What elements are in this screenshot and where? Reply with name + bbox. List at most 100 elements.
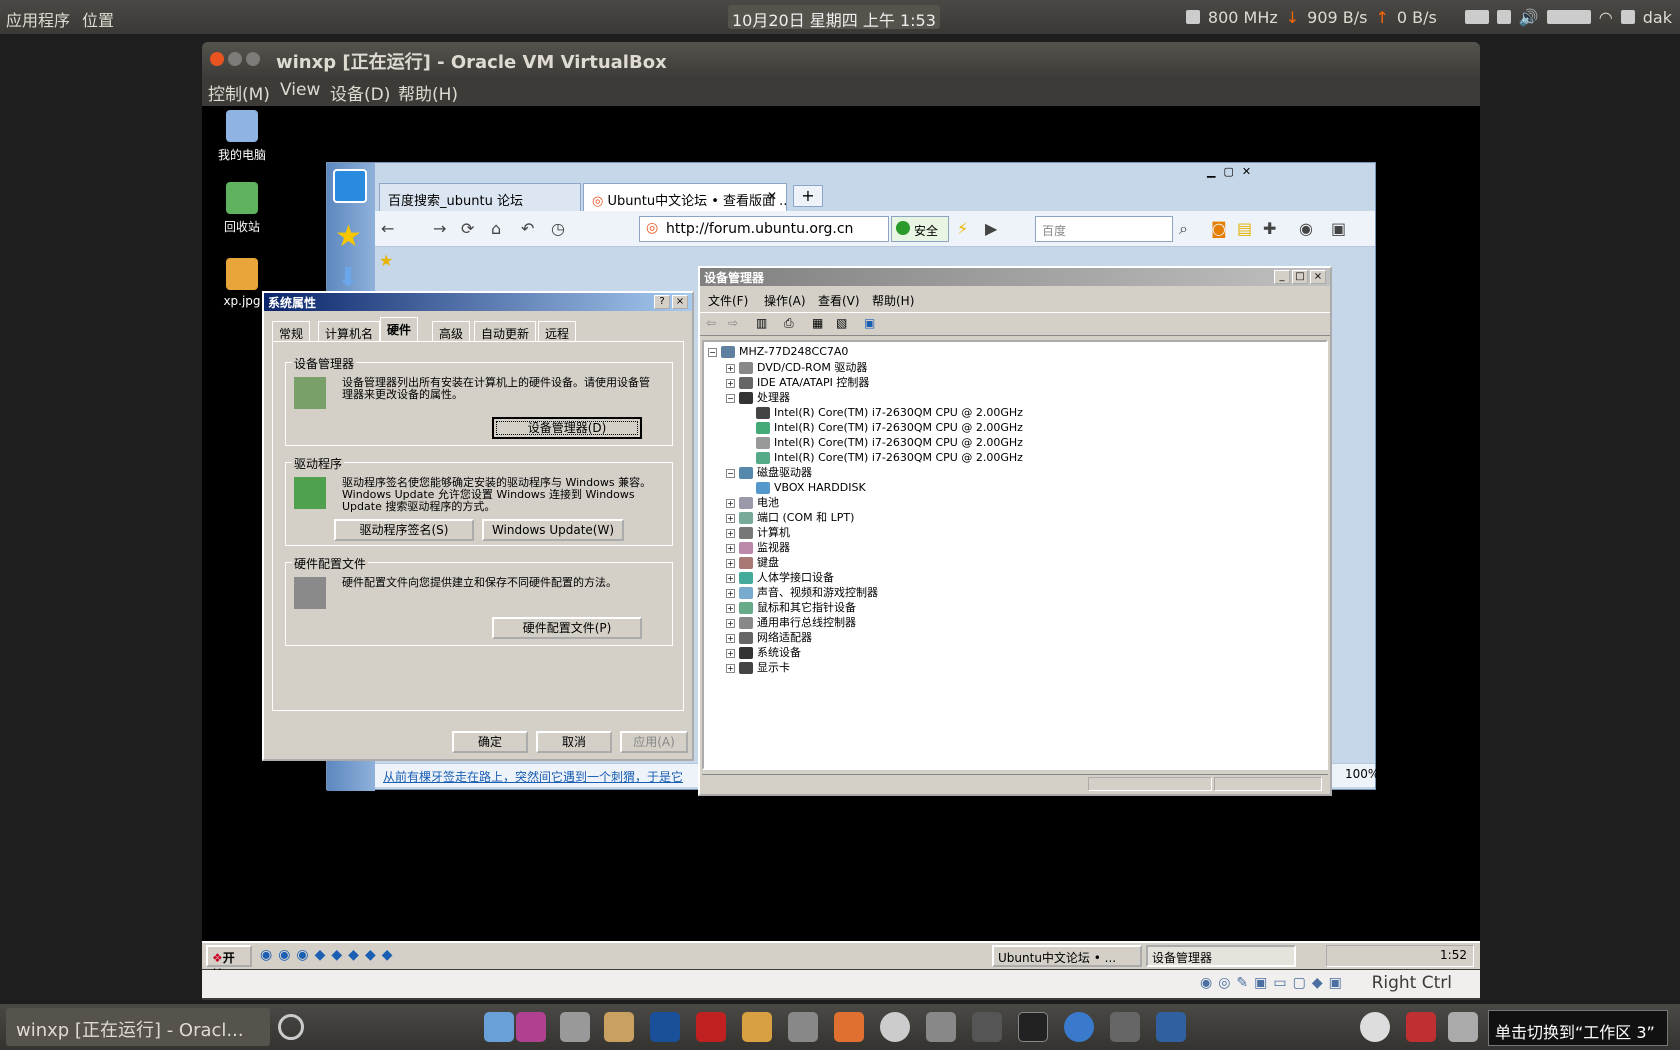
- wifi-icon[interactable]: ◠: [1599, 8, 1613, 27]
- tree-icon[interactable]: ▥: [756, 316, 767, 330]
- tab-general[interactable]: 常规: [272, 321, 311, 341]
- dock-gimp-icon[interactable]: [1110, 1012, 1140, 1042]
- print-icon[interactable]: ⎙: [784, 316, 794, 331]
- menu-help[interactable]: 帮助(H): [872, 292, 914, 309]
- dock-search-icon[interactable]: [972, 1012, 1002, 1042]
- tab-remote[interactable]: 远程: [538, 321, 577, 341]
- expand-icon[interactable]: +: [726, 543, 735, 553]
- menu-view[interactable]: 查看(V): [818, 292, 860, 309]
- start-button[interactable]: ❖开始: [206, 945, 252, 982]
- refresh-icon[interactable]: ⟳: [461, 219, 474, 238]
- maximize-icon[interactable]: [246, 52, 260, 66]
- xp-clock[interactable]: 1:52: [1440, 948, 1467, 962]
- play-icon[interactable]: ▶: [985, 219, 997, 238]
- tab-advanced[interactable]: 高级: [432, 321, 471, 341]
- note-icon[interactable]: ▤: [1237, 219, 1252, 238]
- tab-baidu[interactable]: 百度搜索_ubuntu 论坛: [379, 183, 581, 211]
- url-input[interactable]: ◎ http://forum.ubuntu.org.cn: [639, 216, 889, 242]
- trash-icon[interactable]: [1448, 1012, 1478, 1042]
- forward-icon[interactable]: →: [433, 219, 446, 238]
- tools-icon[interactable]: ▣: [1331, 219, 1346, 238]
- dock-virtualbox-icon[interactable]: [1156, 1012, 1186, 1042]
- back-icon[interactable]: ←: [381, 219, 394, 238]
- download-icon[interactable]: ⬇: [337, 263, 359, 293]
- new-tab-button[interactable]: +: [793, 185, 823, 207]
- menu-devices[interactable]: 设备(D): [330, 80, 390, 105]
- menu-file[interactable]: 文件(F): [708, 292, 748, 309]
- dock-monitor-icon[interactable]: [650, 1012, 680, 1042]
- power-icon[interactable]: [1406, 1012, 1436, 1042]
- minimize-icon[interactable]: [228, 52, 242, 66]
- tree-category[interactable]: + 通用串行总线控制器: [726, 615, 856, 631]
- close-icon[interactable]: ×: [1310, 270, 1326, 284]
- user-switch-icon[interactable]: [1360, 1012, 1390, 1042]
- tab-ubuntu-forum[interactable]: ◎ Ubuntu中文论坛 • 查看版面 ...: [583, 183, 787, 211]
- tab-hardware[interactable]: 硬件: [380, 317, 419, 341]
- quick-launch-icons[interactable]: ◉◉◉◆◆◆◆◆: [260, 947, 398, 963]
- net-up-speed[interactable]: 0 B/s: [1397, 8, 1437, 27]
- search-icon[interactable]: ⌕: [1179, 219, 1188, 239]
- lightning-icon[interactable]: ⚡: [957, 219, 968, 238]
- driver-signing-button[interactable]: 驱动程序签名(S): [334, 519, 474, 541]
- tree-category[interactable]: + 监视器: [726, 540, 790, 556]
- tree-category[interactable]: + 声音、视频和游戏控制器: [726, 585, 878, 601]
- tree-category[interactable]: + 鼠标和其它指针设备: [726, 600, 856, 616]
- xp-task-forum[interactable]: Ubuntu中文论坛 • ...: [992, 945, 1142, 967]
- dock-terminal-icon[interactable]: [1018, 1012, 1048, 1042]
- back-icon[interactable]: ⇦: [706, 316, 716, 330]
- expand-icon[interactable]: +: [726, 558, 735, 568]
- tree-category[interactable]: + DVD/CD-ROM 驱动器: [726, 360, 867, 376]
- volume-icon[interactable]: 🔊: [1519, 8, 1539, 27]
- expand-icon[interactable]: +: [726, 498, 735, 508]
- menu-action[interactable]: 操作(A): [764, 292, 806, 309]
- expand-icon[interactable]: +: [726, 573, 735, 583]
- places-menu[interactable]: 位置: [82, 7, 114, 31]
- forward-icon[interactable]: ⇨: [728, 316, 738, 330]
- expand-icon[interactable]: +: [726, 633, 735, 643]
- tree-category[interactable]: + 人体学接口设备: [726, 570, 834, 586]
- menu-help[interactable]: 帮助(H): [398, 80, 458, 105]
- mail-icon[interactable]: [1496, 10, 1511, 24]
- tree-device[interactable]: Intel(R) Core(TM) i7-2630QM CPU @ 2.00GH…: [756, 435, 1023, 451]
- expand-icon[interactable]: +: [726, 603, 735, 613]
- expand-icon[interactable]: +: [726, 378, 735, 388]
- tab-computer-name[interactable]: 计算机名: [318, 321, 381, 341]
- tree-category[interactable]: + 端口 (COM 和 LPT): [726, 510, 854, 526]
- collapse-icon[interactable]: −: [726, 468, 735, 478]
- home-icon[interactable]: ⌂: [491, 219, 501, 238]
- tree-device[interactable]: Intel(R) Core(TM) i7-2630QM CPU @ 2.00GH…: [756, 420, 1023, 436]
- expand-icon[interactable]: +: [726, 618, 735, 628]
- close-button[interactable]: ×: [672, 295, 688, 309]
- expand-icon[interactable]: +: [726, 528, 735, 538]
- status-link[interactable]: 从前有棵牙签走在路上，突然间它遇到一个刺猬，于是它: [383, 768, 683, 785]
- dock-chromium-icon[interactable]: [1064, 1012, 1094, 1042]
- dock-app-1-icon[interactable]: [484, 1012, 514, 1042]
- bookmark-star-icon[interactable]: ★: [379, 251, 393, 270]
- help-icon[interactable]: ▧: [836, 316, 847, 330]
- expand-icon[interactable]: +: [726, 363, 735, 373]
- dock-home-icon[interactable]: [834, 1012, 864, 1042]
- username[interactable]: dak: [1643, 8, 1672, 27]
- dock-camera-icon[interactable]: [788, 1012, 818, 1042]
- help-button[interactable]: ?: [654, 295, 670, 309]
- expand-icon[interactable]: +: [726, 648, 735, 658]
- dock-calculator-icon[interactable]: [926, 1012, 956, 1042]
- zoom-level[interactable]: 100%: [1345, 767, 1379, 781]
- tree-device[interactable]: Intel(R) Core(TM) i7-2630QM CPU @ 2.00GH…: [756, 405, 1023, 421]
- dock-package-icon[interactable]: [604, 1012, 634, 1042]
- net-down-speed[interactable]: 909 B/s: [1307, 8, 1367, 27]
- cancel-button[interactable]: 取消: [536, 731, 612, 753]
- window-controls[interactable]: ▁▢✕: [1207, 165, 1279, 181]
- undo-icon[interactable]: ↶: [521, 219, 534, 238]
- mic-muted-icon[interactable]: [1464, 10, 1489, 24]
- tree-category[interactable]: + 网络适配器: [726, 630, 812, 646]
- devmgr-titlebar[interactable]: 设备管理器: [700, 268, 1330, 286]
- taskbar-vbox[interactable]: winxp [正在运行] - Oracl...: [6, 1008, 270, 1046]
- ok-button[interactable]: 确定: [452, 731, 528, 753]
- hardware-profiles-button[interactable]: 硬件配置文件(P): [492, 617, 642, 639]
- settings-gear-icon[interactable]: [278, 1014, 304, 1040]
- device-manager-button[interactable]: 设备管理器(D): [492, 417, 642, 439]
- windows-update-button[interactable]: Windows Update(W): [482, 519, 624, 541]
- tree-category[interactable]: + 键盘: [726, 555, 779, 571]
- maximize-icon[interactable]: □: [1292, 270, 1308, 284]
